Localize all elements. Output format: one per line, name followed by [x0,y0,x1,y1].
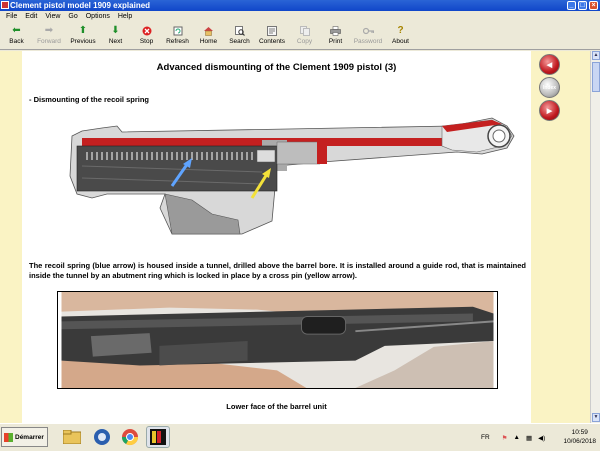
start-button[interactable]: Démarrer [1,427,48,447]
previous-page-button[interactable]: ◀ [539,54,560,75]
system-clock[interactable]: 10:59 10/06/2018 [563,428,596,446]
minimize-button[interactable]: _ [567,1,576,10]
menu-file[interactable]: File [2,11,21,23]
scroll-down-icon[interactable]: ▼ [592,413,600,422]
search-button[interactable]: Search [224,23,255,50]
article-page: Advanced dismounting of the Clement 1909… [22,51,531,423]
maximize-button[interactable]: □ [578,1,587,10]
key-icon [362,25,374,36]
photo-caption: Lower face of the barrel unit [226,402,327,411]
nav-sidebar: ◀ Index ▶ [531,51,590,423]
taskbar: Démarrer FR ⚑ ▲ ▦ ◀) 10:59 10/06/2018 [0,423,600,450]
copy-icon [299,25,310,36]
window-title: Clement pistol model 1909 explained [10,1,151,10]
app-icon [1,1,9,9]
clement-app-icon[interactable] [146,426,170,448]
explanation-paragraph: The recoil spring (blue arrow) is housed… [29,261,526,280]
recoil-spring-diagram [69,117,515,235]
section-heading: - Dismounting of the recoil spring [29,95,149,104]
back-arrow-icon: ⬅ [12,25,21,36]
scroll-up-icon[interactable]: ▲ [592,51,600,60]
contents-icon [267,25,278,36]
network-icon[interactable]: ▦ [526,434,532,442]
close-button[interactable]: × [589,1,598,10]
menu-help[interactable]: Help [114,11,136,23]
back-button[interactable]: ⬅ Back [1,23,32,50]
toolbar: ⬅ Back ➡ Forward ⬆ Previous ⬇ Next Stop … [0,23,600,50]
help-content-area: Advanced dismounting of the Clement 1909… [0,51,600,423]
vertical-scrollbar[interactable]: ▲ ▼ [590,51,600,423]
forward-arrow-icon: ➡ [44,25,54,36]
clock-time: 10:59 [571,429,588,436]
tray-expand-icon[interactable]: ▲ [514,434,520,441]
barrel-unit-photo [57,291,498,389]
index-button[interactable]: Index [539,77,560,98]
refresh-icon [172,25,183,36]
stop-icon [141,25,152,36]
about-button[interactable]: ? About [385,23,416,50]
down-arrow-icon: ⬇ [111,25,120,36]
index-label: Index [542,84,557,91]
window-titlebar: Clement pistol model 1909 explained _ □ … [0,0,600,11]
volume-icon[interactable]: ◀) [538,434,545,442]
home-icon [203,25,214,36]
forward-button[interactable]: ➡ Forward [32,23,66,50]
home-button[interactable]: Home [193,23,224,50]
menu-go[interactable]: Go [64,11,81,23]
print-icon [330,25,341,36]
refresh-button[interactable]: Refresh [162,23,193,50]
next-page-button[interactable]: ▶ [539,100,560,121]
menu-bar: File Edit View Go Options Help [0,11,600,23]
scrollbar-thumb[interactable] [592,62,600,92]
search-icon [234,25,245,36]
question-icon: ? [397,25,404,36]
menu-edit[interactable]: Edit [21,11,41,23]
notification-flag-icon[interactable]: ⚑ [502,434,508,442]
contents-button[interactable]: Contents [255,23,289,50]
password-button[interactable]: Password [351,23,385,50]
right-arrow-icon: ▶ [546,107,553,115]
stop-button[interactable]: Stop [131,23,162,50]
menu-view[interactable]: View [41,11,64,23]
page-title: Advanced dismounting of the Clement 1909… [156,62,397,73]
language-indicator[interactable]: FR [481,434,490,441]
thunderbird-icon[interactable] [90,426,114,448]
menu-options[interactable]: Options [82,11,114,23]
windows-logo-icon [4,432,13,442]
next-button[interactable]: ⬇ Next [100,23,131,50]
copy-button[interactable]: Copy [289,23,320,50]
chrome-icon[interactable] [118,426,142,448]
file-explorer-icon[interactable] [60,426,84,448]
left-arrow-icon: ◀ [546,61,553,69]
up-arrow-icon: ⬆ [78,25,88,36]
previous-button[interactable]: ⬆ Previous [66,23,100,50]
clock-date: 10/06/2018 [563,438,596,445]
print-button[interactable]: Print [320,23,351,50]
